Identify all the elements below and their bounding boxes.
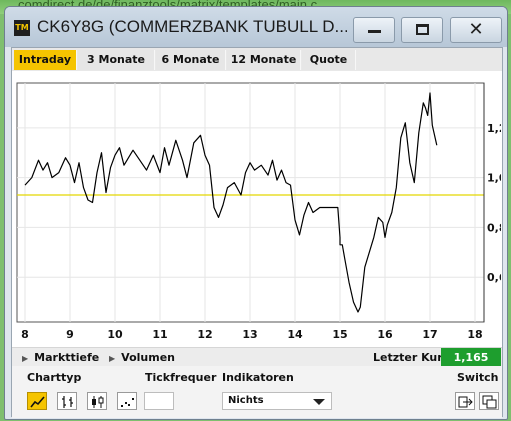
x-tick-label: 17 xyxy=(422,328,437,341)
price-chart[interactable]: 8 9 10 11 12 13 14 15 16 17 18 0,6 0,8 1,0 1,2 xyxy=(15,81,507,343)
volumen-toggle[interactable]: ▶ Volumen xyxy=(109,349,175,367)
indikatoren-value: Nichts xyxy=(228,395,264,406)
switch-export-button[interactable] xyxy=(455,392,475,410)
tab-3-monate[interactable]: 3 Monate xyxy=(78,50,155,70)
candlestick-icon xyxy=(92,396,104,408)
x-tick-label: 12 xyxy=(197,328,212,341)
x-tick-label: 8 xyxy=(21,328,29,341)
x-tick-label: 9 xyxy=(66,328,74,341)
tab-intraday[interactable]: Intraday xyxy=(14,50,77,70)
info-bar: ▶ Markttiefe ▶ Volumen Letzter Kurs 1,165 xyxy=(12,347,502,367)
chart-controls: Charttyp Tickfrequer Indikatoren Nichts … xyxy=(12,366,502,418)
close-icon: ✕ xyxy=(468,19,484,40)
tab-12-monate[interactable]: 12 Monate xyxy=(227,50,301,70)
tickfrequenz-label: Tickfrequer xyxy=(145,371,217,384)
y-tick-label: 0,6 xyxy=(487,271,501,284)
chevron-down-icon xyxy=(313,399,325,405)
tickfrequenz-input[interactable] xyxy=(144,392,174,410)
maximize-icon xyxy=(416,24,429,35)
charttyp-label: Charttyp xyxy=(27,371,82,384)
markttiefe-label: Markttiefe xyxy=(34,351,100,364)
chart-panel: Intraday 3 Monate 6 Monate 12 Monate Quo… xyxy=(11,47,507,418)
candlestick-chart-button[interactable] xyxy=(87,392,107,410)
close-button[interactable]: ✕ xyxy=(450,17,502,43)
x-tick-label: 13 xyxy=(242,328,257,341)
minimize-icon xyxy=(368,30,381,33)
markttiefe-toggle[interactable]: ▶ Markttiefe xyxy=(22,349,99,367)
minimize-button[interactable] xyxy=(353,17,395,43)
x-tick-label: 11 xyxy=(152,328,167,341)
window-title: CK6Y8G (COMMERZBANK TUBULL D... xyxy=(37,17,347,36)
y-tick-label: 0,8 xyxy=(487,221,501,234)
y-tick-label: 1,2 xyxy=(487,122,501,135)
export-icon xyxy=(458,396,473,408)
x-tick-label: 16 xyxy=(377,328,393,341)
time-range-tabs: Intraday 3 Monate 6 Monate 12 Monate Quo… xyxy=(12,48,502,71)
windows-icon xyxy=(482,395,497,409)
line-chart-button[interactable] xyxy=(27,392,47,410)
tab-quote[interactable]: Quote xyxy=(302,50,356,70)
dot-chart-button[interactable] xyxy=(117,392,137,410)
dot-chart-icon xyxy=(121,398,134,407)
indikatoren-select[interactable]: Nichts xyxy=(222,392,332,410)
chart-window: TM CK6Y8G (COMMERZBANK TUBULL D... ✕ Int… xyxy=(4,6,508,420)
line-chart-icon xyxy=(30,396,45,408)
x-tick-label: 15 xyxy=(332,328,347,341)
x-tick-label: 18 xyxy=(467,328,482,341)
chart-svg: 8 9 10 11 12 13 14 15 16 17 18 0,6 0,8 1,0 1,2 xyxy=(16,82,507,341)
indikatoren-label: Indikatoren xyxy=(222,371,294,384)
expand-arrow-icon: ▶ xyxy=(109,354,116,363)
volumen-label: Volumen xyxy=(121,351,175,364)
switch-label: Switch xyxy=(457,371,499,384)
ohlc-chart-icon xyxy=(62,396,73,408)
switch-window-button[interactable] xyxy=(479,392,499,410)
maximize-button[interactable] xyxy=(401,17,443,43)
ohlc-chart-button[interactable] xyxy=(57,392,77,410)
tab-6-monate[interactable]: 6 Monate xyxy=(156,50,226,70)
title-bar[interactable]: TM CK6Y8G (COMMERZBANK TUBULL D... ✕ xyxy=(5,7,507,47)
last-price-value: 1,165 xyxy=(441,348,501,367)
x-tick-label: 10 xyxy=(107,328,123,341)
last-price-label: Letzter Kurs xyxy=(373,351,450,364)
y-tick-label: 1,0 xyxy=(487,172,501,185)
expand-arrow-icon: ▶ xyxy=(22,354,29,363)
app-logo: TM xyxy=(14,20,30,36)
x-tick-label: 14 xyxy=(287,328,303,341)
